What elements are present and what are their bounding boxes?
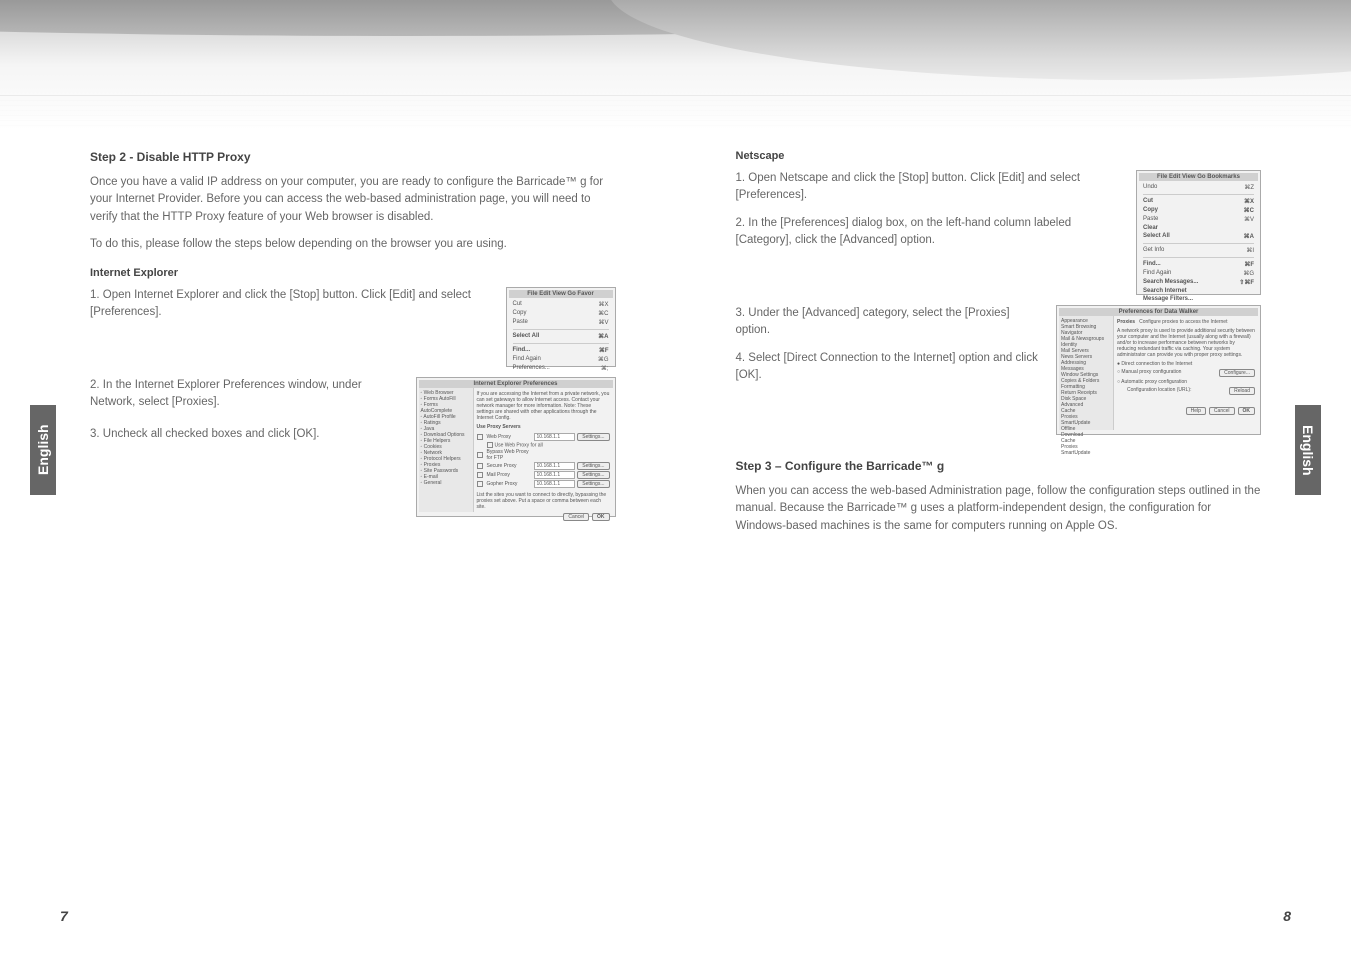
page-number-right: 8 — [1283, 908, 1291, 924]
ie-ok-button[interactable]: OK — [592, 513, 610, 521]
ns-help-button[interactable]: Help — [1186, 407, 1206, 415]
ns-menu-item[interactable]: Find...⌘F — [1143, 260, 1254, 269]
ie-cancel-button[interactable]: Cancel — [563, 513, 589, 521]
ns-config-url-label: Configuration location (URL): — [1127, 387, 1191, 395]
ie-pref-title: Internet Explorer Preferences — [419, 380, 613, 388]
ns-menu-item[interactable]: Clear — [1143, 224, 1254, 232]
ns-menu-item[interactable]: Select All⌘A — [1143, 232, 1254, 241]
ns-configure-button[interactable]: Configure... — [1219, 369, 1255, 377]
ie-menu-item[interactable]: Find Again⌘G — [513, 355, 609, 364]
ns-radio-auto[interactable]: Automatic proxy configuration — [1121, 379, 1187, 385]
page-spread: English Step 2 - Disable HTTP Proxy Once… — [0, 150, 1351, 954]
ns-menu-item[interactable]: Copy⌘C — [1143, 206, 1254, 215]
top-banner — [0, 0, 1351, 130]
ns-menu-item[interactable]: Get Info⌘I — [1143, 246, 1254, 255]
ns-pref-side-item[interactable]: SmartUpdate — [1061, 450, 1111, 456]
ie-proxy-row[interactable]: Mail Proxy10.168.1.1Settings... — [477, 471, 610, 479]
ns-pref-description: A network proxy is used to provide addit… — [1117, 328, 1255, 358]
ie-menu-item[interactable]: Copy⌘C — [513, 309, 609, 318]
ns-pref-head: Proxies — [1117, 319, 1135, 325]
ie-pref-side-item[interactable]: ◦ Forms AutoComplete — [421, 402, 471, 414]
ie-step-1: 1. Open Internet Explorer and click the … — [90, 287, 491, 322]
ns-reload-button[interactable]: Reload — [1229, 387, 1255, 395]
ie-menu-item[interactable]: Paste⌘V — [513, 318, 609, 327]
ie-menu-item[interactable]: Preferences...⌘; — [513, 364, 609, 373]
ie-proxy-row[interactable]: Bypass Web Proxy for FTP — [477, 449, 610, 461]
ie-pref-footer: List the sites you want to connect to di… — [477, 492, 610, 510]
ns-pref-title: Preferences for Data Walker — [1059, 308, 1258, 316]
step2-paragraph-2: To do this, please follow the steps belo… — [90, 236, 616, 253]
ns-step-2: 2. In the [Preferences] dialog box, on t… — [736, 215, 1122, 250]
step3-title: Step 3 – Configure the Barricade™ g — [736, 459, 1262, 473]
ns-menu-item[interactable]: Paste⌘V — [1143, 215, 1254, 224]
ns-step-4: 4. Select [Direct Connection to the Inte… — [736, 350, 1042, 385]
ie-proxy-row[interactable]: Secure Proxy10.168.1.1Settings... — [477, 462, 610, 470]
page-left: English Step 2 - Disable HTTP Proxy Once… — [0, 150, 676, 954]
ns-menu-item[interactable]: Cut⌘X — [1143, 197, 1254, 206]
step2-paragraph-1: Once you have a valid IP address on your… — [90, 174, 616, 226]
netscape-preferences-screenshot: Preferences for Data Walker AppearanceSm… — [1056, 305, 1261, 435]
netscape-edit-menu-screenshot: File Edit View Go Bookmarks Undo⌘ZCut⌘XC… — [1136, 170, 1261, 295]
page-number-left: 7 — [60, 908, 68, 924]
page-right: English Netscape 1. Open Netscape and cl… — [676, 150, 1351, 954]
ie-preferences-screenshot: Internet Explorer Preferences ◦ Web Brow… — [416, 377, 616, 517]
ns-radio-manual[interactable]: Manual proxy configuration — [1121, 369, 1181, 375]
ns-cancel-button[interactable]: Cancel — [1209, 407, 1235, 415]
ie-edit-menu-screenshot: File Edit View Go Favor Cut⌘XCopy⌘CPaste… — [506, 287, 616, 367]
ns-step-1: 1. Open Netscape and click the [Stop] bu… — [736, 170, 1122, 205]
ns-menu-title: File Edit View Go Bookmarks — [1139, 173, 1258, 181]
ns-ok-button[interactable]: OK — [1238, 407, 1256, 415]
ns-menu-item[interactable]: Search Messages...⇧⌘F — [1143, 278, 1254, 287]
ie-pref-side-item[interactable]: ◦ General — [421, 480, 471, 486]
ns-menu-item[interactable]: Undo⌘Z — [1143, 183, 1254, 192]
ie-proxy-row[interactable]: Gopher Proxy10.168.1.1Settings... — [477, 480, 610, 488]
ie-menu-item[interactable]: Select All⌘A — [513, 332, 609, 341]
ns-menu-item[interactable]: Find Again⌘G — [1143, 269, 1254, 278]
language-tab-left: English — [30, 405, 56, 495]
ns-pref-head2: Configure proxies to access the Internet — [1139, 319, 1255, 325]
ie-menu-item[interactable]: Find...⌘F — [513, 346, 609, 355]
ie-subheading: Internet Explorer — [90, 267, 616, 279]
ie-step-2: 2. In the Internet Explorer Preferences … — [90, 377, 401, 412]
step2-title: Step 2 - Disable HTTP Proxy — [90, 150, 616, 164]
ns-step-3: 3. Under the [Advanced] category, select… — [736, 305, 1042, 340]
ns-radio-direct[interactable]: Direct connection to the Internet — [1121, 361, 1192, 367]
ie-menu-item[interactable]: Cut⌘X — [513, 300, 609, 309]
ns-menu-item[interactable]: Message Filters... — [1143, 295, 1254, 303]
ie-proxy-row[interactable]: Web Proxy10.168.1.1Settings... — [477, 433, 610, 441]
step3-paragraph: When you can access the web-based Admini… — [736, 483, 1262, 535]
ns-menu-item[interactable]: Search Internet — [1143, 287, 1254, 295]
ie-pref-description: If you are accessing the Internet from a… — [477, 391, 610, 421]
ie-menu-title: File Edit View Go Favor — [509, 290, 613, 298]
ie-pref-section-title: Use Proxy Servers — [477, 424, 610, 430]
netscape-subheading: Netscape — [736, 150, 1262, 162]
language-tab-right: English — [1295, 405, 1321, 495]
ie-step-3: 3. Uncheck all checked boxes and click [… — [90, 426, 401, 443]
